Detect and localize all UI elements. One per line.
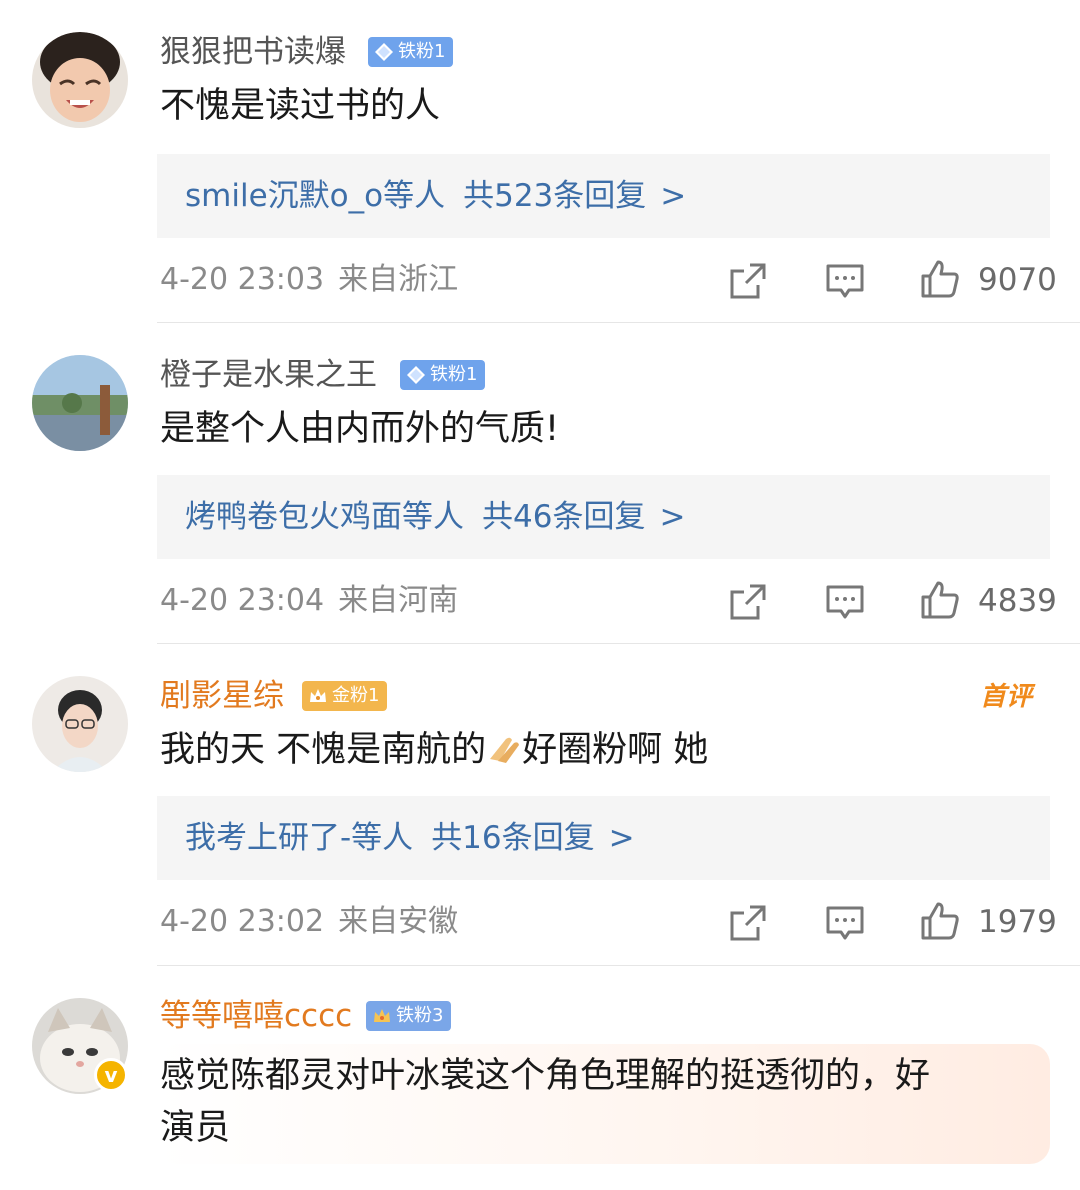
comment-item: 狠狠把书读爆 铁粉1 不愧是读过书的人 smile沉默o_o等人 共523条回复 >… [0,0,1080,323]
fan-badge[interactable]: 铁粉1 [400,360,486,390]
comment-text: 是整个人由内而外的气质! [160,409,560,449]
first-comment-tag: 首评 [980,682,1033,712]
comment-text: 我的天 不愧是南航的 好圈粉啊 她 [160,724,708,776]
share-icon[interactable] [728,261,768,301]
like-count: 4839 [978,583,1057,619]
timestamp: 4-20 23:02 [160,904,325,939]
verified-icon: v [94,1058,128,1092]
comment-icon[interactable] [825,582,865,622]
comment-meta: 4-20 23:02 来自安徽 [160,902,458,942]
comment-text: 不愧是读过书的人 [160,86,441,126]
reply-summary[interactable]: 烤鸭卷包火鸡面等人 共46条回复 > [157,475,1050,559]
timestamp: 4-20 23:03 [160,262,325,297]
comment-text-line: 感觉陈都灵对叶冰裳这个角色理解的挺透彻的，好 [160,1056,931,1096]
comment-item: 橙子是水果之王 铁粉1 是整个人由内而外的气质! 烤鸭卷包火鸡面等人 共46条回复… [0,323,1080,644]
comment-text-line: 演员 [160,1108,231,1148]
like-count: 9070 [978,262,1057,298]
diamond-icon [375,43,393,61]
comment-meta: 4-20 23:04 来自河南 [160,581,458,621]
crown-icon [310,689,326,702]
location: 来自河南 [338,583,459,618]
comment-item: v 等等嘻嘻cccc 铁粉3 感觉陈都灵对叶冰裳这个角色理解的挺透彻的，好 演员 [0,966,1080,1190]
share-icon[interactable] [728,903,768,943]
comment-text: 感觉陈都灵对叶冰裳这个角色理解的挺透彻的，好 演员 [160,1050,930,1154]
avatar[interactable] [32,676,128,772]
avatar[interactable] [32,32,128,128]
badge-label: 铁粉1 [430,364,478,385]
reply-users[interactable]: smile沉默o_o等人 [185,178,445,214]
reply-count[interactable]: 共46条回复 [482,499,645,535]
reply-users[interactable]: 烤鸭卷包火鸡面等人 [185,499,464,535]
username[interactable]: 剧影星综 [160,676,284,716]
like-count: 1979 [978,904,1057,940]
chevron-right-icon: > [608,820,635,856]
comment-icon[interactable] [825,903,865,943]
badge-label: 铁粉1 [398,41,446,62]
reply-count[interactable]: 共523条回复 [463,178,646,214]
fan-badge[interactable]: 金粉1 [302,681,388,711]
chevron-right-icon: > [660,178,687,214]
diamond-icon [407,366,425,384]
fan-badge[interactable]: 铁粉3 [366,1001,452,1031]
like-icon[interactable] [920,259,960,299]
share-icon[interactable] [728,582,768,622]
username[interactable]: 橙子是水果之王 [160,355,377,395]
reply-users[interactable]: 我考上研了-等人 [185,820,413,856]
reply-summary[interactable]: 我考上研了-等人 共16条回复 > [157,796,1050,880]
clap-emoji [490,737,520,763]
username[interactable]: 等等嘻嘻cccc [160,996,352,1036]
fan-badge[interactable]: 铁粉1 [368,37,454,67]
chevron-right-icon: > [659,499,686,535]
badge-label: 金粉1 [332,685,380,706]
reply-count[interactable]: 共16条回复 [431,820,594,856]
username[interactable]: 狠狠把书读爆 [160,32,346,72]
like-icon[interactable] [920,580,960,620]
badge-label: 铁粉3 [396,1005,444,1026]
timestamp: 4-20 23:04 [160,583,325,618]
comment-item: 剧影星综 金粉1 首评 我的天 不愧是南航的 好圈粉啊 她 我考上研了-等人 共16… [0,644,1080,966]
like-icon[interactable] [920,901,960,941]
comment-text-part: 好圈粉啊 她 [522,730,709,770]
location: 来自安徽 [338,904,459,939]
location: 来自浙江 [338,262,459,297]
comment-text-part: 我的天 不愧是南航的 [160,730,487,770]
avatar[interactable] [32,355,128,451]
reply-summary[interactable]: smile沉默o_o等人 共523条回复 > [157,154,1050,238]
comment-meta: 4-20 23:03 来自浙江 [160,260,458,300]
comment-icon[interactable] [825,261,865,301]
crown-icon [374,1009,390,1022]
